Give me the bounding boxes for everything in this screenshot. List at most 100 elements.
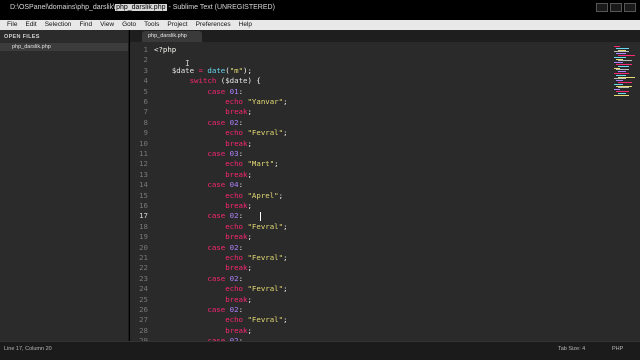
menu-item-help[interactable]: Help bbox=[235, 20, 256, 30]
menu-item-find[interactable]: Find bbox=[75, 20, 96, 30]
line-number: 5 bbox=[143, 86, 148, 96]
code-token: "Fevral" bbox=[247, 221, 284, 231]
code-token: <?php bbox=[154, 45, 177, 54]
code-token: = bbox=[194, 65, 208, 75]
code-editor[interactable]: 1 2 3 4 5 6 7 8 9 10 11 12 13 14 15 16 17 18 19 20 21 22 23 24 2… bbox=[130, 42, 640, 341]
code-line[interactable]: case 03: bbox=[154, 149, 243, 159]
code-token: "m" bbox=[229, 65, 244, 75]
code-token: case bbox=[207, 117, 226, 127]
status-syntax[interactable]: PHP bbox=[612, 346, 623, 352]
line-number: 8 bbox=[143, 117, 148, 127]
menu-item-edit[interactable]: Edit bbox=[21, 20, 40, 30]
sidebar-file-item[interactable]: php_darslik.php bbox=[0, 43, 128, 51]
code-token: ; bbox=[278, 190, 284, 200]
code-token: echo bbox=[225, 221, 244, 231]
code-token: $date bbox=[171, 65, 195, 75]
code-line[interactable]: echo "Fevral"; bbox=[154, 253, 287, 263]
code-token: ; bbox=[283, 284, 288, 294]
line-number: 15 bbox=[139, 190, 148, 200]
code-line[interactable]: break; bbox=[154, 263, 252, 273]
open-files-list: php_darslik.php bbox=[0, 43, 128, 51]
code-token: : bbox=[238, 149, 244, 158]
menu-item-view[interactable]: View bbox=[96, 20, 118, 30]
code-token: ; bbox=[283, 97, 288, 106]
code-line[interactable]: break; bbox=[154, 295, 252, 305]
code-area[interactable]: <?php $date = date("m"); switch ($date) … bbox=[154, 42, 610, 341]
line-number: 3 bbox=[143, 65, 148, 75]
code-token: ; bbox=[283, 221, 288, 231]
code-token: echo bbox=[225, 190, 244, 200]
code-token: case bbox=[207, 180, 226, 190]
code-line[interactable]: break; bbox=[154, 139, 252, 149]
line-number: 28 bbox=[139, 325, 148, 335]
code-line[interactable]: case 02: bbox=[154, 243, 243, 253]
code-token: case bbox=[207, 242, 226, 252]
line-number-gutter: 1 2 3 4 5 6 7 8 9 10 11 12 13 14 15 16 17 18 19 20 21 22 23 24 2… bbox=[130, 42, 148, 341]
code-line[interactable]: echo "Fevral"; bbox=[154, 128, 288, 138]
close-button[interactable] bbox=[624, 3, 636, 12]
code-line[interactable]: <?php bbox=[154, 45, 176, 55]
menu-item-selection[interactable]: Selection bbox=[41, 20, 76, 30]
maximize-button[interactable] bbox=[610, 3, 622, 12]
code-line[interactable]: echo "Fevral"; bbox=[154, 221, 288, 232]
code-token: ; bbox=[283, 315, 288, 325]
code-token: : bbox=[238, 180, 244, 190]
menu-item-project[interactable]: Project bbox=[163, 20, 191, 30]
line-number: 20 bbox=[139, 242, 148, 252]
code-line[interactable]: case 02: bbox=[154, 274, 243, 284]
code-line[interactable]: case 02: bbox=[154, 118, 243, 128]
code-token: ; bbox=[274, 159, 279, 169]
code-line[interactable]: echo "Mart"; bbox=[154, 159, 279, 169]
line-number: 22 bbox=[139, 263, 148, 273]
status-tab-size[interactable]: Tab Size: 4 bbox=[558, 346, 585, 352]
code-line[interactable]: break; bbox=[154, 201, 252, 211]
code-line[interactable]: break; bbox=[154, 326, 252, 336]
code-line[interactable]: echo "Fevral"; bbox=[154, 315, 288, 325]
code-line[interactable]: switch ($date) { bbox=[154, 76, 261, 86]
code-token: 02 bbox=[229, 211, 239, 221]
code-line[interactable]: echo "Fevral"; bbox=[154, 284, 288, 294]
code-line[interactable]: case 01: bbox=[154, 87, 243, 97]
code-line[interactable]: case 02: bbox=[154, 305, 243, 315]
code-token: 03 bbox=[229, 149, 239, 158]
code-token: "Yanvar" bbox=[247, 97, 284, 106]
tab-php-darslik[interactable]: php_darslik.php bbox=[142, 31, 202, 42]
code-token: $date bbox=[225, 76, 248, 86]
code-line[interactable]: break; bbox=[154, 107, 252, 117]
line-number: 17 bbox=[139, 211, 148, 221]
code-token: ; bbox=[283, 128, 288, 138]
menu-item-goto[interactable]: Goto bbox=[118, 20, 140, 30]
window-title: D:\OSPanel\domains\php_darslik\php_darsl… bbox=[10, 4, 275, 11]
line-number: 18 bbox=[139, 221, 148, 231]
code-line[interactable]: break; bbox=[154, 232, 252, 242]
minimize-button[interactable] bbox=[596, 3, 608, 12]
sidebar-header: OPEN FILES bbox=[4, 34, 40, 40]
code-line[interactable]: $date = date("m"); bbox=[154, 66, 252, 76]
line-number: 7 bbox=[143, 107, 148, 117]
menu-item-preferences[interactable]: Preferences bbox=[192, 20, 235, 30]
code-line[interactable]: echo "Aprel"; bbox=[154, 191, 283, 201]
code-line[interactable]: case 04: bbox=[154, 180, 243, 190]
minimap[interactable] bbox=[610, 42, 640, 102]
code-line[interactable]: case 02: bbox=[154, 211, 243, 221]
code-token: : bbox=[238, 117, 244, 127]
code-token: "Fevral" bbox=[247, 253, 284, 262]
line-number: 13 bbox=[139, 169, 148, 179]
line-number: 19 bbox=[139, 232, 148, 242]
code-token: "Aprel" bbox=[247, 190, 279, 200]
code-token: case bbox=[207, 86, 226, 96]
line-number: 16 bbox=[139, 201, 148, 210]
menu-item-tools[interactable]: Tools bbox=[140, 20, 163, 30]
menu-item-file[interactable]: File bbox=[3, 20, 21, 30]
code-token: case bbox=[207, 211, 226, 221]
code-token: 01 bbox=[229, 86, 239, 96]
code-token: "Fevral" bbox=[247, 315, 284, 325]
code-line[interactable]: echo "Yanvar"; bbox=[154, 97, 288, 107]
code-line[interactable]: break; bbox=[154, 170, 252, 180]
